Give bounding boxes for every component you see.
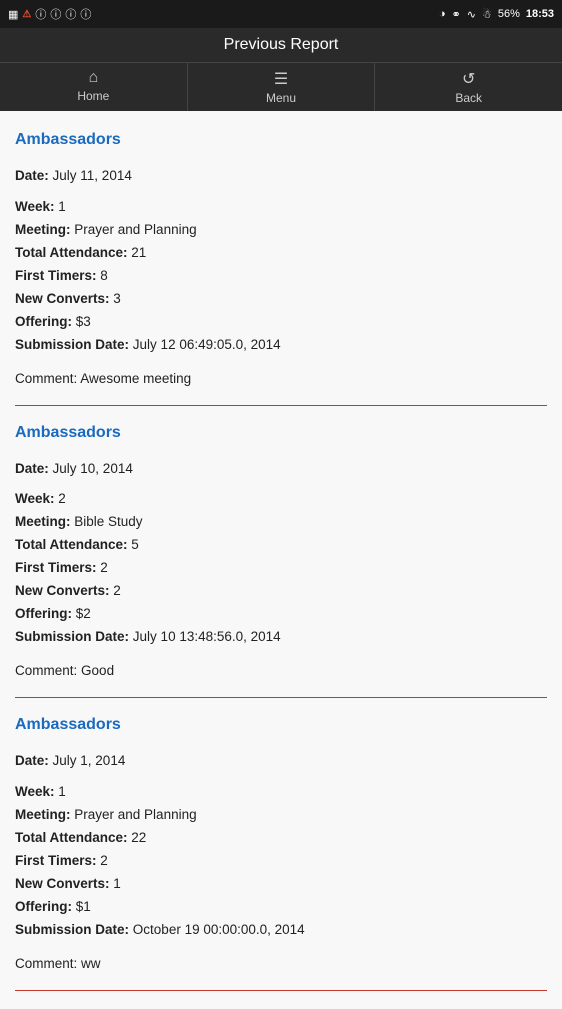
nav-back[interactable]: Back [375, 63, 562, 111]
sos-icon: ⚠ [22, 9, 31, 20]
report-section-0: Ambassadors Date: July 11, 2014 Week: 1 … [15, 121, 547, 397]
offering-field-0: Offering: $3 [15, 311, 547, 334]
attendance-field-0: Total Attendance: 21 [15, 242, 547, 265]
info-icon-4: ⓘ [80, 6, 91, 22]
page-title: Previous Report [224, 36, 339, 53]
nav-menu-label: Menu [266, 91, 296, 105]
date-field-2: Date: July 1, 2014 [15, 750, 547, 773]
date-field-0: Date: July 11, 2014 [15, 165, 547, 188]
nav-menu[interactable]: Menu [188, 63, 376, 111]
nav-home[interactable]: Home [0, 63, 188, 111]
offering-field-1: Offering: $2 [15, 603, 547, 626]
info-icon-1: ⓘ [35, 6, 46, 22]
report-section-1: Ambassadors Date: July 10, 2014 Week: 2 … [15, 414, 547, 690]
section-divider-1 [15, 697, 547, 698]
newconverts-field-0: New Converts: 3 [15, 288, 547, 311]
status-bar-right: ◑ ⚭ ∿ ☃ 56% 18:53 [439, 8, 554, 21]
week-field-0: Week: 1 [15, 196, 547, 219]
section-divider-0 [15, 405, 547, 406]
submissiondate-field-1: Submission Date: July 10 13:48:56.0, 201… [15, 626, 547, 649]
bbm-icon: ▦ [8, 8, 18, 21]
attendance-field-1: Total Attendance: 5 [15, 534, 547, 557]
firsttimers-field-2: First Timers: 2 [15, 850, 547, 873]
comment-field-1: Comment: Good [15, 663, 547, 678]
firsttimers-field-0: First Timers: 8 [15, 265, 547, 288]
nav-back-label: Back [455, 91, 482, 105]
status-bar: ▦ ⚠ ⓘ ⓘ ⓘ ⓘ ◑ ⚭ ∿ ☃ 56% 18:53 [0, 0, 562, 28]
report-section-2: Ambassadors Date: July 1, 2014 Week: 1 M… [15, 706, 547, 982]
submissiondate-field-0: Submission Date: July 12 06:49:05.0, 201… [15, 334, 547, 357]
meeting-field-0: Meeting: Prayer and Planning [15, 219, 547, 242]
week-field-1: Week: 2 [15, 488, 547, 511]
comment-field-0: Comment: Awesome meeting [15, 371, 547, 386]
group-title-0: Ambassadors [15, 131, 547, 149]
comment-field-2: Comment: ww [15, 956, 547, 971]
section-divider-2 [15, 990, 547, 991]
firsttimers-field-1: First Timers: 2 [15, 557, 547, 580]
home-icon [89, 69, 99, 87]
newconverts-field-2: New Converts: 1 [15, 873, 547, 896]
signal-icon: ☃ [482, 8, 492, 21]
clock: 18:53 [526, 8, 554, 20]
menu-icon [274, 69, 288, 89]
submissiondate-field-2: Submission Date: October 19 00:00:00.0, … [15, 919, 547, 942]
nav-home-label: Home [77, 89, 109, 103]
status-bar-left: ▦ ⚠ ⓘ ⓘ ⓘ ⓘ [8, 6, 91, 22]
bluetooth-icon: ⚭ [452, 8, 461, 21]
week-field-2: Week: 1 [15, 781, 547, 804]
meeting-field-2: Meeting: Prayer and Planning [15, 804, 547, 827]
newconverts-field-1: New Converts: 2 [15, 580, 547, 603]
info-icon-2: ⓘ [50, 6, 61, 22]
title-bar: Previous Report [0, 28, 562, 62]
eye-icon: ◑ [439, 8, 446, 20]
back-icon [462, 69, 475, 89]
group-title-2: Ambassadors [15, 716, 547, 734]
wifi-icon: ∿ [467, 8, 476, 21]
meeting-field-1: Meeting: Bible Study [15, 511, 547, 534]
date-field-1: Date: July 10, 2014 [15, 458, 547, 481]
attendance-field-2: Total Attendance: 22 [15, 827, 547, 850]
nav-bar: Home Menu Back [0, 62, 562, 111]
battery-level: 56% [498, 8, 520, 20]
offering-field-2: Offering: $1 [15, 896, 547, 919]
content-area: Ambassadors Date: July 11, 2014 Week: 1 … [0, 111, 562, 1009]
info-icon-3: ⓘ [65, 6, 76, 22]
group-title-1: Ambassadors [15, 424, 547, 442]
